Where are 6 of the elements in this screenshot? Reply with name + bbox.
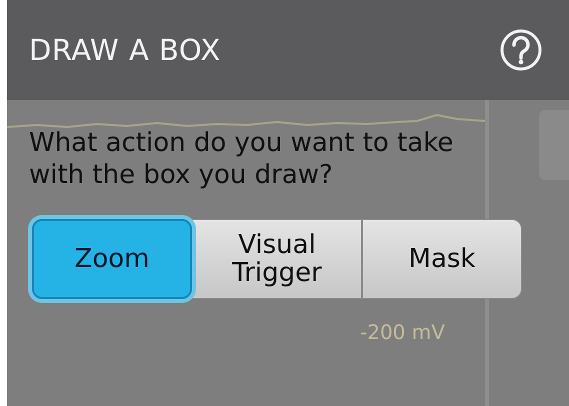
- dialog-title: DRAW A BOX: [29, 33, 221, 67]
- action-button[interactable]: Visual Trigger: [192, 219, 362, 300]
- action-button[interactable]: Mask: [362, 219, 522, 300]
- scale-label: -200 mV: [360, 320, 445, 344]
- question-text: What action do you want to take with the box you draw?: [29, 128, 454, 192]
- help-icon[interactable]: [499, 28, 543, 72]
